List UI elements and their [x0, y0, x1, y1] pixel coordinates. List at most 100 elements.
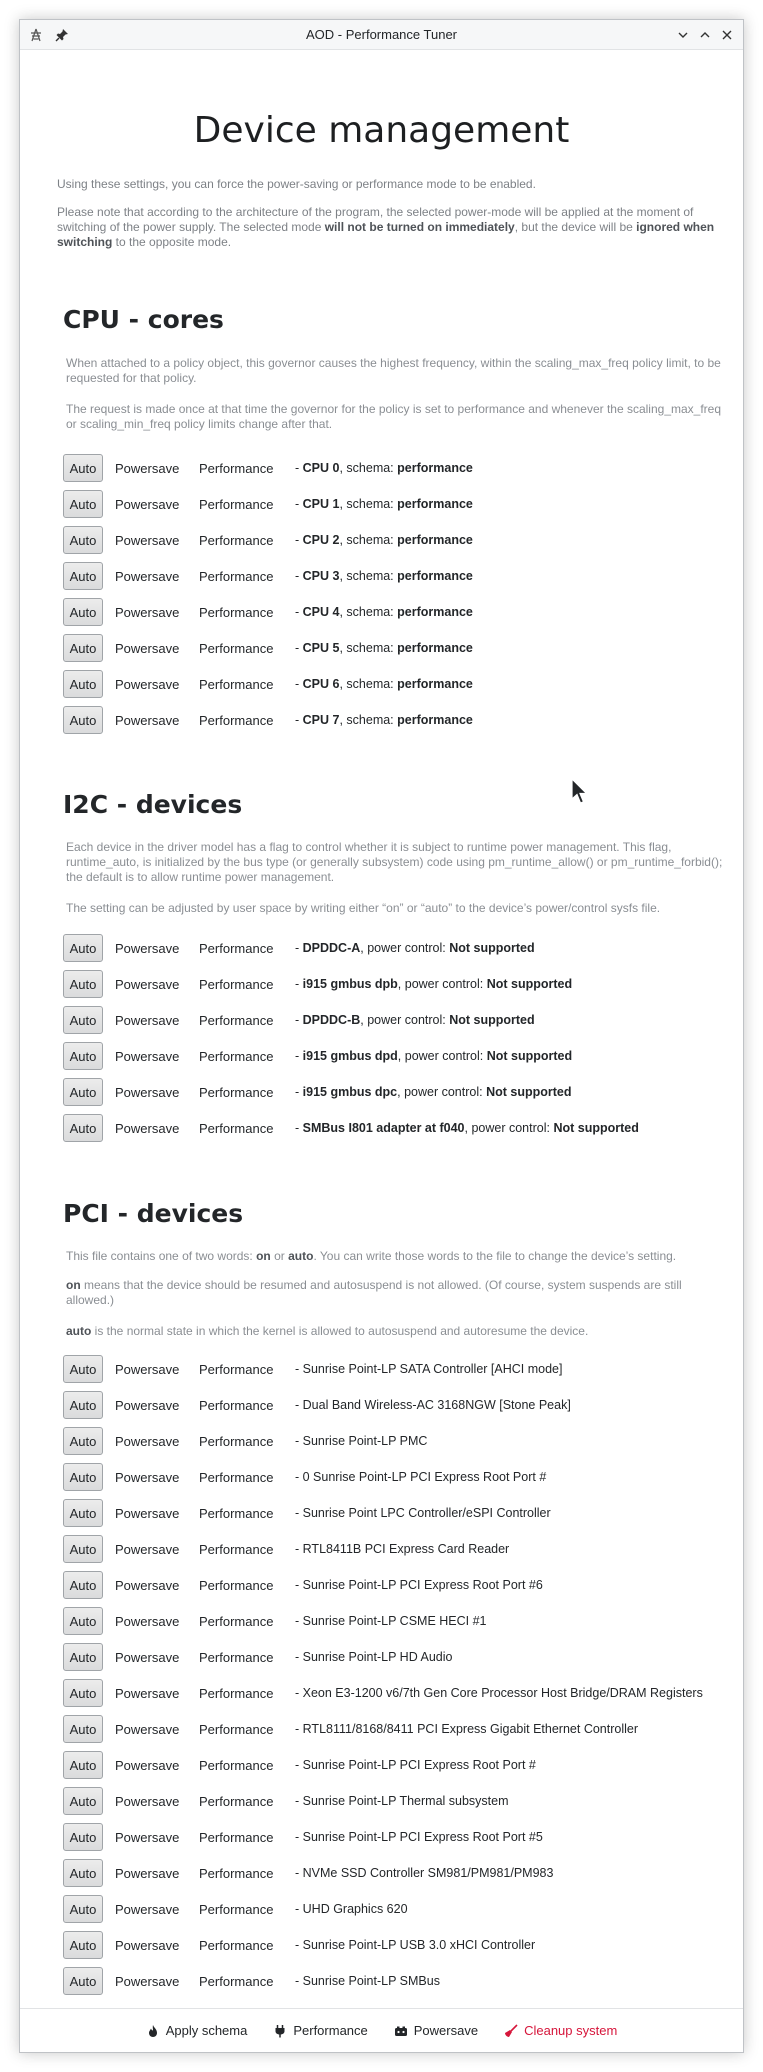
cpu-7-performance-button[interactable]: Performance: [199, 706, 295, 734]
pci-3-auto-button[interactable]: Auto: [63, 1463, 103, 1491]
pci-0-powersave-button[interactable]: Powersave: [115, 1355, 199, 1383]
pci-5-powersave-button[interactable]: Powersave: [115, 1535, 199, 1563]
pci-0-auto-button[interactable]: Auto: [63, 1355, 103, 1383]
pci-0-performance-button[interactable]: Performance: [199, 1355, 295, 1383]
pci-4-performance-button[interactable]: Performance: [199, 1499, 295, 1527]
pci-17-powersave-button[interactable]: Powersave: [115, 1967, 199, 1995]
close-icon[interactable]: [717, 25, 737, 45]
pci-1-performance-button[interactable]: Performance: [199, 1391, 295, 1419]
pci-13-powersave-button[interactable]: Powersave: [115, 1823, 199, 1851]
pci-6-performance-button[interactable]: Performance: [199, 1571, 295, 1599]
pci-16-performance-button[interactable]: Performance: [199, 1931, 295, 1959]
cpu-6-powersave-button[interactable]: Powersave: [115, 670, 199, 698]
cpu-5-performance-button[interactable]: Performance: [199, 634, 295, 662]
i2c-4-performance-button[interactable]: Performance: [199, 1078, 295, 1106]
cpu-5-auto-button[interactable]: Auto: [63, 634, 103, 662]
pci-2-auto-button[interactable]: Auto: [63, 1427, 103, 1455]
pci-9-auto-button[interactable]: Auto: [63, 1679, 103, 1707]
pci-15-performance-button[interactable]: Performance: [199, 1895, 295, 1923]
i2c-4-powersave-button[interactable]: Powersave: [115, 1078, 199, 1106]
cpu-3-performance-button[interactable]: Performance: [199, 562, 295, 590]
pci-12-auto-button[interactable]: Auto: [63, 1787, 103, 1815]
cpu-6-auto-button[interactable]: Auto: [63, 670, 103, 698]
i2c-3-powersave-button[interactable]: Powersave: [115, 1042, 199, 1070]
pci-9-performance-button[interactable]: Performance: [199, 1679, 295, 1707]
pci-16-powersave-button[interactable]: Powersave: [115, 1931, 199, 1959]
pci-12-performance-button[interactable]: Performance: [199, 1787, 295, 1815]
pci-5-performance-button[interactable]: Performance: [199, 1535, 295, 1563]
minimize-icon[interactable]: [673, 25, 693, 45]
i2c-2-auto-button[interactable]: Auto: [63, 1006, 103, 1034]
pci-3-powersave-button[interactable]: Powersave: [115, 1463, 199, 1491]
cpu-7-auto-button[interactable]: Auto: [63, 706, 103, 734]
pci-16-auto-button[interactable]: Auto: [63, 1931, 103, 1959]
pci-7-auto-button[interactable]: Auto: [63, 1607, 103, 1635]
pci-10-auto-button[interactable]: Auto: [63, 1715, 103, 1743]
i2c-2-performance-button[interactable]: Performance: [199, 1006, 295, 1034]
pci-11-auto-button[interactable]: Auto: [63, 1751, 103, 1779]
pci-11-performance-button[interactable]: Performance: [199, 1751, 295, 1779]
i2c-5-performance-button[interactable]: Performance: [199, 1114, 295, 1142]
title-bar[interactable]: AOD - Performance Tuner: [20, 20, 743, 50]
cpu-4-performance-button[interactable]: Performance: [199, 598, 295, 626]
pci-15-powersave-button[interactable]: Powersave: [115, 1895, 199, 1923]
cpu-3-auto-button[interactable]: Auto: [63, 562, 103, 590]
i2c-4-auto-button[interactable]: Auto: [63, 1078, 103, 1106]
pci-4-auto-button[interactable]: Auto: [63, 1499, 103, 1527]
pci-10-powersave-button[interactable]: Powersave: [115, 1715, 199, 1743]
maximize-icon[interactable]: [695, 25, 715, 45]
pci-6-powersave-button[interactable]: Powersave: [115, 1571, 199, 1599]
i2c-3-auto-button[interactable]: Auto: [63, 1042, 103, 1070]
cpu-3-powersave-button[interactable]: Powersave: [115, 562, 199, 590]
pci-7-powersave-button[interactable]: Powersave: [115, 1607, 199, 1635]
pci-1-powersave-button[interactable]: Powersave: [115, 1391, 199, 1419]
apply-schema-button[interactable]: Apply schema: [146, 2023, 247, 2038]
i2c-1-auto-button[interactable]: Auto: [63, 970, 103, 998]
pci-3-performance-button[interactable]: Performance: [199, 1463, 295, 1491]
pci-13-performance-button[interactable]: Performance: [199, 1823, 295, 1851]
pci-13-auto-button[interactable]: Auto: [63, 1823, 103, 1851]
main-content[interactable]: Device management Using these settings, …: [20, 50, 743, 2024]
pci-12-powersave-button[interactable]: Powersave: [115, 1787, 199, 1815]
pci-8-auto-button[interactable]: Auto: [63, 1643, 103, 1671]
cpu-0-powersave-button[interactable]: Powersave: [115, 454, 199, 482]
cpu-4-powersave-button[interactable]: Powersave: [115, 598, 199, 626]
cpu-1-powersave-button[interactable]: Powersave: [115, 490, 199, 518]
i2c-3-performance-button[interactable]: Performance: [199, 1042, 295, 1070]
performance-mode-button[interactable]: Performance: [273, 2023, 368, 2038]
cpu-4-auto-button[interactable]: Auto: [63, 598, 103, 626]
cpu-6-performance-button[interactable]: Performance: [199, 670, 295, 698]
cpu-2-powersave-button[interactable]: Powersave: [115, 526, 199, 554]
pci-17-auto-button[interactable]: Auto: [63, 1967, 103, 1995]
pci-2-powersave-button[interactable]: Powersave: [115, 1427, 199, 1455]
pci-14-auto-button[interactable]: Auto: [63, 1859, 103, 1887]
cpu-0-auto-button[interactable]: Auto: [63, 454, 103, 482]
pci-1-auto-button[interactable]: Auto: [63, 1391, 103, 1419]
pci-2-performance-button[interactable]: Performance: [199, 1427, 295, 1455]
i2c-0-powersave-button[interactable]: Powersave: [115, 934, 199, 962]
powersave-mode-button[interactable]: Powersave: [394, 2023, 478, 2038]
pci-14-performance-button[interactable]: Performance: [199, 1859, 295, 1887]
cpu-5-powersave-button[interactable]: Powersave: [115, 634, 199, 662]
pci-6-auto-button[interactable]: Auto: [63, 1571, 103, 1599]
pci-11-powersave-button[interactable]: Powersave: [115, 1751, 199, 1779]
pci-10-performance-button[interactable]: Performance: [199, 1715, 295, 1743]
i2c-5-powersave-button[interactable]: Powersave: [115, 1114, 199, 1142]
pci-5-auto-button[interactable]: Auto: [63, 1535, 103, 1563]
i2c-1-performance-button[interactable]: Performance: [199, 970, 295, 998]
pci-9-powersave-button[interactable]: Powersave: [115, 1679, 199, 1707]
i2c-1-powersave-button[interactable]: Powersave: [115, 970, 199, 998]
cpu-2-auto-button[interactable]: Auto: [63, 526, 103, 554]
i2c-2-powersave-button[interactable]: Powersave: [115, 1006, 199, 1034]
i2c-5-auto-button[interactable]: Auto: [63, 1114, 103, 1142]
i2c-0-performance-button[interactable]: Performance: [199, 934, 295, 962]
i2c-0-auto-button[interactable]: Auto: [63, 934, 103, 962]
cpu-0-performance-button[interactable]: Performance: [199, 454, 295, 482]
cleanup-system-button[interactable]: Cleanup system: [504, 2023, 617, 2038]
pci-17-performance-button[interactable]: Performance: [199, 1967, 295, 1995]
pci-4-powersave-button[interactable]: Powersave: [115, 1499, 199, 1527]
cpu-2-performance-button[interactable]: Performance: [199, 526, 295, 554]
pci-8-powersave-button[interactable]: Powersave: [115, 1643, 199, 1671]
pci-14-powersave-button[interactable]: Powersave: [115, 1859, 199, 1887]
cpu-7-powersave-button[interactable]: Powersave: [115, 706, 199, 734]
